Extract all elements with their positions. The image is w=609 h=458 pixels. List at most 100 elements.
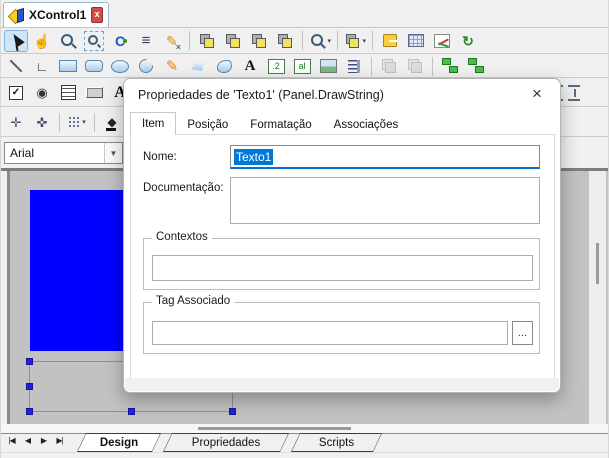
bottom-tab-bar: |◀ ◀ ▶ ▶| DesignPropriedadesScripts — [1, 433, 609, 452]
center-vertical-icon — [568, 85, 580, 101]
group-menu-button[interactable]: ▾ — [343, 30, 367, 52]
tab-design[interactable]: Design — [77, 433, 161, 452]
sheet-tabs: DesignPropriedadesScripts — [77, 433, 382, 452]
bring-to-front-icon — [198, 32, 216, 50]
pan-tool-button[interactable]: ☝ — [30, 30, 54, 52]
rotate-tool-button[interactable]: C — [108, 30, 132, 52]
polyline-tool-button[interactable]: ∟ — [30, 55, 54, 77]
zoom-menu-button[interactable]: ▾ — [308, 30, 332, 52]
center-vertical-button[interactable] — [562, 82, 586, 104]
scale-tool-button[interactable] — [342, 55, 366, 77]
browse-tag-button[interactable]: ... — [512, 321, 533, 345]
document-tab-label: XControl1 — [29, 8, 86, 22]
bring-forward-button[interactable] — [247, 30, 271, 52]
tab-order-button[interactable]: ≡ — [134, 30, 158, 52]
toolbar-separator — [432, 57, 433, 76]
nudge-tool-button[interactable]: ✛ — [4, 111, 28, 133]
rounded-rectangle-tool-icon — [85, 60, 103, 72]
selection-handle[interactable] — [26, 408, 33, 415]
listbox-control-button[interactable] — [56, 82, 80, 104]
zoom-tool-button[interactable] — [56, 30, 80, 52]
contextos-input[interactable] — [152, 255, 533, 281]
listbox-control-icon — [61, 85, 76, 100]
last-page-button[interactable]: ▶| — [54, 436, 65, 445]
vertical-scrollbar[interactable] — [589, 171, 606, 424]
group-button[interactable] — [377, 55, 401, 77]
grid-toggle-button[interactable]: ▾ — [65, 111, 89, 133]
selection-handle[interactable] — [229, 408, 236, 415]
selection-handle[interactable] — [128, 408, 135, 415]
dialog-tab-item[interactable]: Item — [130, 112, 176, 135]
setpoint-tool-button[interactable]: al — [290, 55, 314, 77]
ellipse-tool-icon — [111, 60, 129, 73]
recipe-object-button[interactable]: ↻ — [456, 30, 480, 52]
close-document-icon[interactable]: x — [91, 7, 103, 23]
closed-curve-tool-button[interactable] — [212, 55, 236, 77]
rounded-rectangle-tool-button[interactable] — [82, 55, 106, 77]
horizontal-scrollbar-thumb[interactable] — [198, 427, 351, 430]
radio-control-button[interactable]: ◉ — [30, 82, 54, 104]
zoom-tool-icon — [59, 32, 77, 50]
selection-handle[interactable] — [26, 383, 33, 390]
previous-page-button[interactable]: ◀ — [22, 436, 33, 445]
polygon-tool-button[interactable] — [186, 55, 210, 77]
tab-propriedades-label: Propriedades — [164, 434, 288, 451]
line-tool-button[interactable] — [4, 55, 28, 77]
chevron-down-icon[interactable]: ▾ — [82, 118, 86, 126]
nome-input[interactable]: Texto1 — [230, 145, 540, 169]
canvas-left-edge — [1, 171, 10, 424]
chevron-down-icon[interactable]: ▼ — [104, 143, 122, 163]
rectangle-tool-button[interactable] — [56, 55, 80, 77]
ungroup-button[interactable] — [403, 55, 427, 77]
documentacao-input[interactable] — [230, 177, 540, 224]
toolbar-separator — [337, 31, 338, 50]
dialog-tab-posicao[interactable]: Posição — [176, 115, 239, 135]
font-family-combobox[interactable]: Arial ▼ — [4, 142, 123, 164]
document-tab-xcontrol1[interactable]: XControl1 x — [3, 2, 109, 27]
disconnect-points-button[interactable] — [464, 55, 488, 77]
text-tool-button[interactable]: A — [238, 55, 262, 77]
first-page-button[interactable]: |◀ — [6, 436, 17, 445]
send-backward-button[interactable] — [273, 30, 297, 52]
connect-points-button[interactable] — [438, 55, 462, 77]
grid-toggle-icon — [68, 116, 81, 129]
zoom-menu-icon — [309, 32, 326, 50]
select-tool-button[interactable] — [4, 30, 28, 52]
edit-points-icon: ✎ — [163, 32, 181, 50]
dialog-tab-strip: ItemPosiçãoFormataçãoAssociações — [130, 112, 409, 135]
tag-associado-input[interactable] — [152, 321, 508, 345]
vertical-scrollbar-thumb[interactable] — [596, 243, 599, 284]
zoom-region-button[interactable] — [82, 30, 106, 52]
pan-tool-icon: ☝ — [33, 32, 51, 50]
horizontal-scrollbar[interactable] — [1, 424, 609, 433]
alarm-object-button[interactable] — [378, 30, 402, 52]
button-control-button[interactable] — [82, 82, 106, 104]
arc-tool-button[interactable] — [134, 55, 158, 77]
ellipse-tool-button[interactable] — [108, 55, 132, 77]
fill-color-button[interactable]: ◆ — [100, 111, 124, 133]
report-object-button[interactable] — [404, 30, 428, 52]
next-page-button[interactable]: ▶ — [38, 436, 49, 445]
dialog-tab-formatacao[interactable]: Formatação — [239, 115, 322, 135]
dialog-close-icon[interactable]: × — [527, 84, 547, 104]
disconnect-points-icon — [467, 57, 485, 75]
send-to-back-button[interactable] — [221, 30, 245, 52]
contextos-groupbox: Contextos — [143, 238, 540, 290]
freehand-tool-button[interactable]: ✎ — [160, 55, 184, 77]
chevron-down-icon[interactable]: ▾ — [362, 37, 366, 45]
edit-points-button[interactable]: ✎ — [160, 30, 184, 52]
picture-tool-button[interactable] — [316, 55, 340, 77]
bring-to-front-button[interactable] — [195, 30, 219, 52]
chevron-down-icon[interactable]: ▾ — [327, 37, 331, 45]
chart-object-button[interactable] — [430, 30, 454, 52]
display-tool-button[interactable]: .2 — [264, 55, 288, 77]
tab-propriedades[interactable]: Propriedades — [163, 433, 289, 452]
toolbar-separator — [302, 31, 303, 50]
dialog-tab-associacoes[interactable]: Associações — [323, 115, 410, 135]
selection-handle[interactable] — [26, 358, 33, 365]
anchor-tool-button[interactable]: ✜ — [30, 111, 54, 133]
line-tool-icon — [7, 57, 25, 75]
checkbox-control-button[interactable]: ✓ — [4, 82, 28, 104]
tab-scripts[interactable]: Scripts — [291, 433, 382, 452]
rectangle-tool-icon — [59, 60, 77, 72]
